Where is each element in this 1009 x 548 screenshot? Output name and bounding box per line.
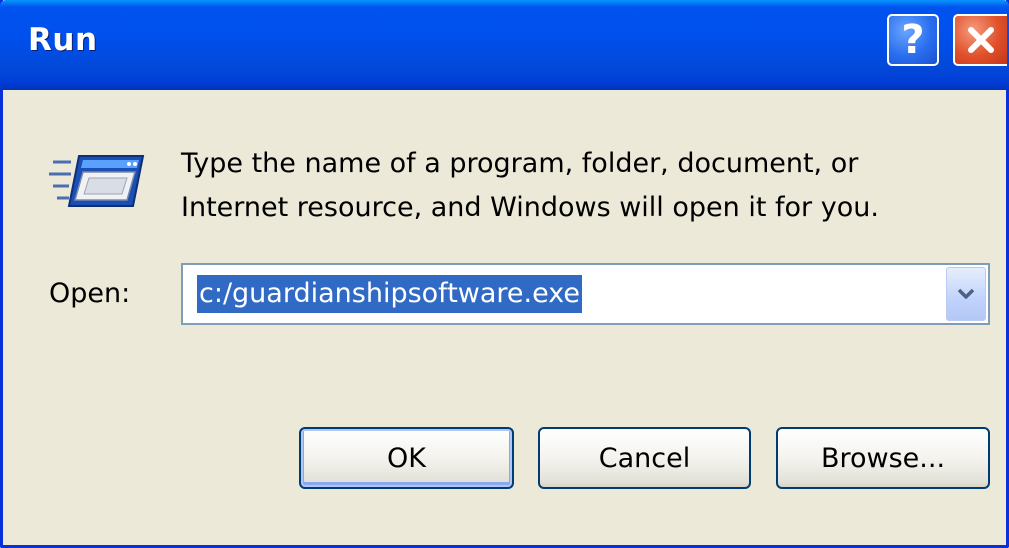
open-input[interactable]: c:/guardianshipsoftware.exe: [197, 275, 583, 313]
title-bar[interactable]: Run ?: [0, 0, 1009, 90]
help-icon: ?: [901, 17, 925, 63]
run-program-icon: [49, 150, 149, 214]
run-dialog: Run ? Type the name of a program, folder…: [0, 0, 1009, 548]
open-label: Open:: [49, 278, 131, 309]
close-button[interactable]: [953, 14, 1007, 66]
ok-button[interactable]: OK: [299, 427, 514, 489]
description-line-1: Type the name of a program, folder, docu…: [181, 148, 859, 179]
browse-button[interactable]: Browse...: [776, 427, 990, 489]
description-line-2: Internet resource, and Windows will open…: [181, 192, 879, 223]
run-description: Type the name of a program, folder, docu…: [181, 142, 981, 230]
cancel-button[interactable]: Cancel: [538, 427, 751, 489]
window-title: Run: [28, 22, 98, 58]
chevron-down-icon: [957, 288, 975, 299]
help-button[interactable]: ?: [887, 14, 939, 66]
open-combobox[interactable]: c:/guardianshipsoftware.exe: [181, 263, 990, 325]
close-icon: [968, 27, 994, 53]
dropdown-button[interactable]: [946, 267, 986, 321]
